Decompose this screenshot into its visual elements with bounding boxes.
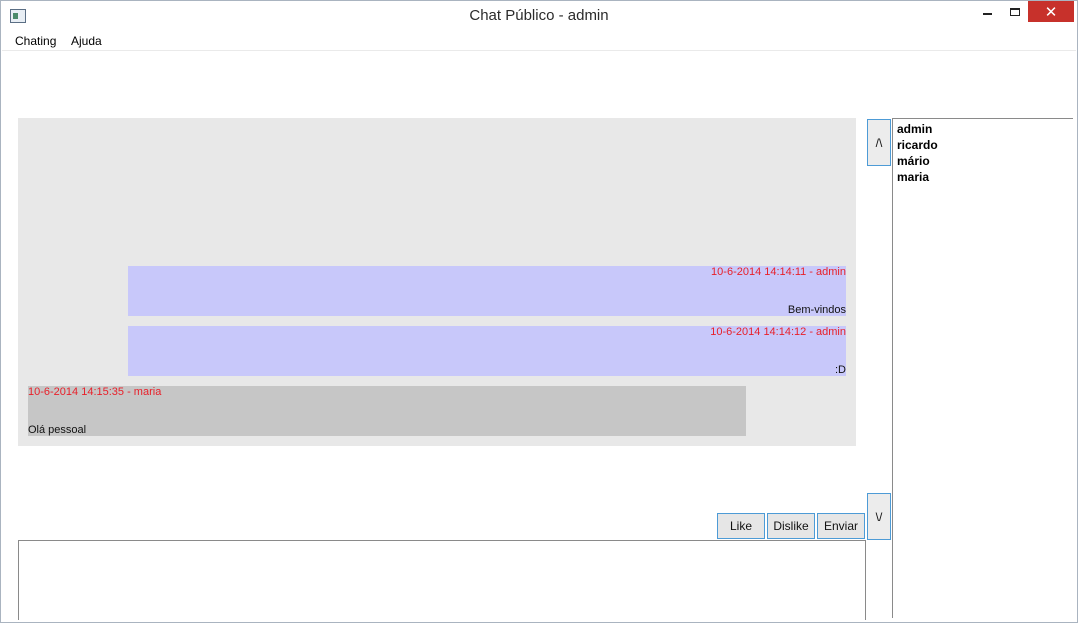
chat-messages-area[interactable]: 10-6-2014 14:14:11 - admin Bem-vindos 10… (18, 118, 856, 446)
like-button[interactable]: Like (717, 513, 765, 539)
user-item[interactable]: ricardo (893, 137, 1073, 153)
window-title: Chat Público - admin (469, 7, 609, 24)
maximize-icon (1009, 7, 1020, 16)
user-item[interactable]: mário (893, 153, 1073, 169)
menu-bar: Chating Ajuda (2, 32, 1076, 51)
chat-window: Chat Público - admin ✕ Chating Ajuda 10-… (0, 0, 1078, 623)
scroll-down-button[interactable]: \/ (867, 493, 891, 540)
chat-message: 10-6-2014 14:14:11 - admin Bem-vindos (128, 266, 846, 316)
menu-chating[interactable]: Chating (15, 34, 56, 48)
user-item[interactable]: maria (893, 169, 1073, 185)
close-button[interactable]: ✕ (1028, 1, 1074, 22)
chat-message: 10-6-2014 14:15:35 - maria Olá pessoal (28, 386, 746, 436)
message-text: :D (835, 364, 846, 376)
minimize-button[interactable] (974, 1, 1001, 22)
maximize-button[interactable] (1001, 1, 1028, 22)
dislike-button[interactable]: Dislike (767, 513, 815, 539)
message-meta: 10-6-2014 14:15:35 - maria (28, 386, 162, 398)
chat-message: 10-6-2014 14:14:12 - admin :D (128, 326, 846, 376)
online-users-list[interactable]: admin ricardo mário maria (892, 118, 1073, 618)
menu-ajuda[interactable]: Ajuda (71, 34, 102, 48)
scroll-up-button[interactable]: /\ (867, 119, 891, 166)
message-meta: 10-6-2014 14:14:11 - admin (711, 266, 846, 278)
title-bar[interactable]: Chat Público - admin ✕ (1, 1, 1077, 32)
message-input[interactable] (18, 540, 866, 620)
message-text: Olá pessoal (28, 424, 87, 436)
minimize-icon (983, 12, 992, 15)
message-meta: 10-6-2014 14:14:12 - admin (710, 326, 846, 338)
send-button[interactable]: Enviar (817, 513, 865, 539)
message-text: Bem-vindos (787, 304, 846, 316)
user-item[interactable]: admin (893, 121, 1073, 137)
close-icon: ✕ (1044, 3, 1058, 21)
